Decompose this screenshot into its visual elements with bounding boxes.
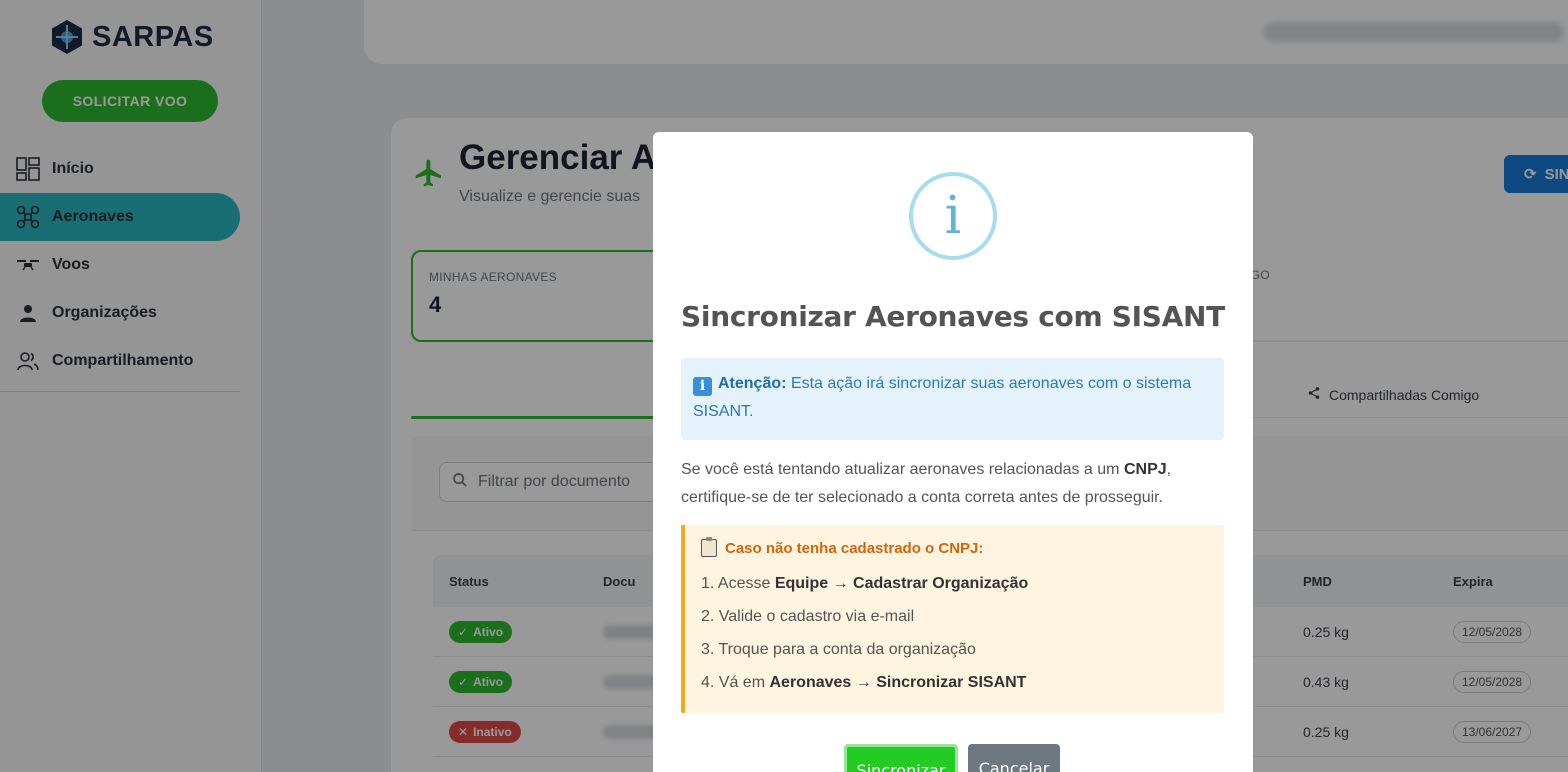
- step-item: 1. Acesse Equipe → Cadastrar Organização: [701, 567, 1208, 600]
- step-bold: Aeronaves → Sincronizar SISANT: [769, 674, 1027, 691]
- step-text: 4. Vá em: [701, 674, 770, 691]
- attention-label: Atenção:: [718, 375, 787, 392]
- step-item: 3. Troque para a conta da organização: [701, 641, 976, 658]
- cnpj-notice: Se você está tentando atualizar aeronave…: [681, 456, 1226, 512]
- dialog-title: Sincronizar Aeronaves com SISANT: [681, 300, 1225, 333]
- attention-alert: i Atenção: Esta ação irá sincronizar suas…: [681, 358, 1224, 440]
- step-text: 1. Acesse: [701, 575, 775, 592]
- notice-text: Se você está tentando atualizar aeronave…: [681, 461, 1124, 478]
- notice-bold: CNPJ: [1123, 461, 1167, 478]
- clipboard-icon: [701, 537, 717, 557]
- steps-list: 1. Acesse Equipe → Cadastrar Organização…: [701, 567, 1208, 699]
- info-square-icon: i: [693, 377, 712, 396]
- step-item: 4. Vá em Aeronaves → Sincronizar SISANT: [701, 666, 1208, 699]
- confirm-sync-button[interactable]: Sincronizar: [844, 744, 958, 772]
- sync-sisant-dialog: i Sincronizar Aeronaves com SISANT i Aten…: [653, 132, 1253, 772]
- step-item: 2. Valide o cadastro via e-mail: [701, 608, 915, 625]
- steps-title-text: Caso não tenha cadastrado o CNPJ:: [725, 539, 984, 557]
- step-bold: Equipe → Cadastrar Organização: [774, 575, 1029, 592]
- cnpj-steps-alert: Caso não tenha cadastrado o CNPJ: 1. Ace…: [681, 525, 1224, 713]
- info-icon: i: [909, 172, 997, 260]
- steps-title: Caso não tenha cadastrado o CNPJ:: [701, 537, 1208, 557]
- cancel-button[interactable]: Cancelar: [968, 744, 1060, 772]
